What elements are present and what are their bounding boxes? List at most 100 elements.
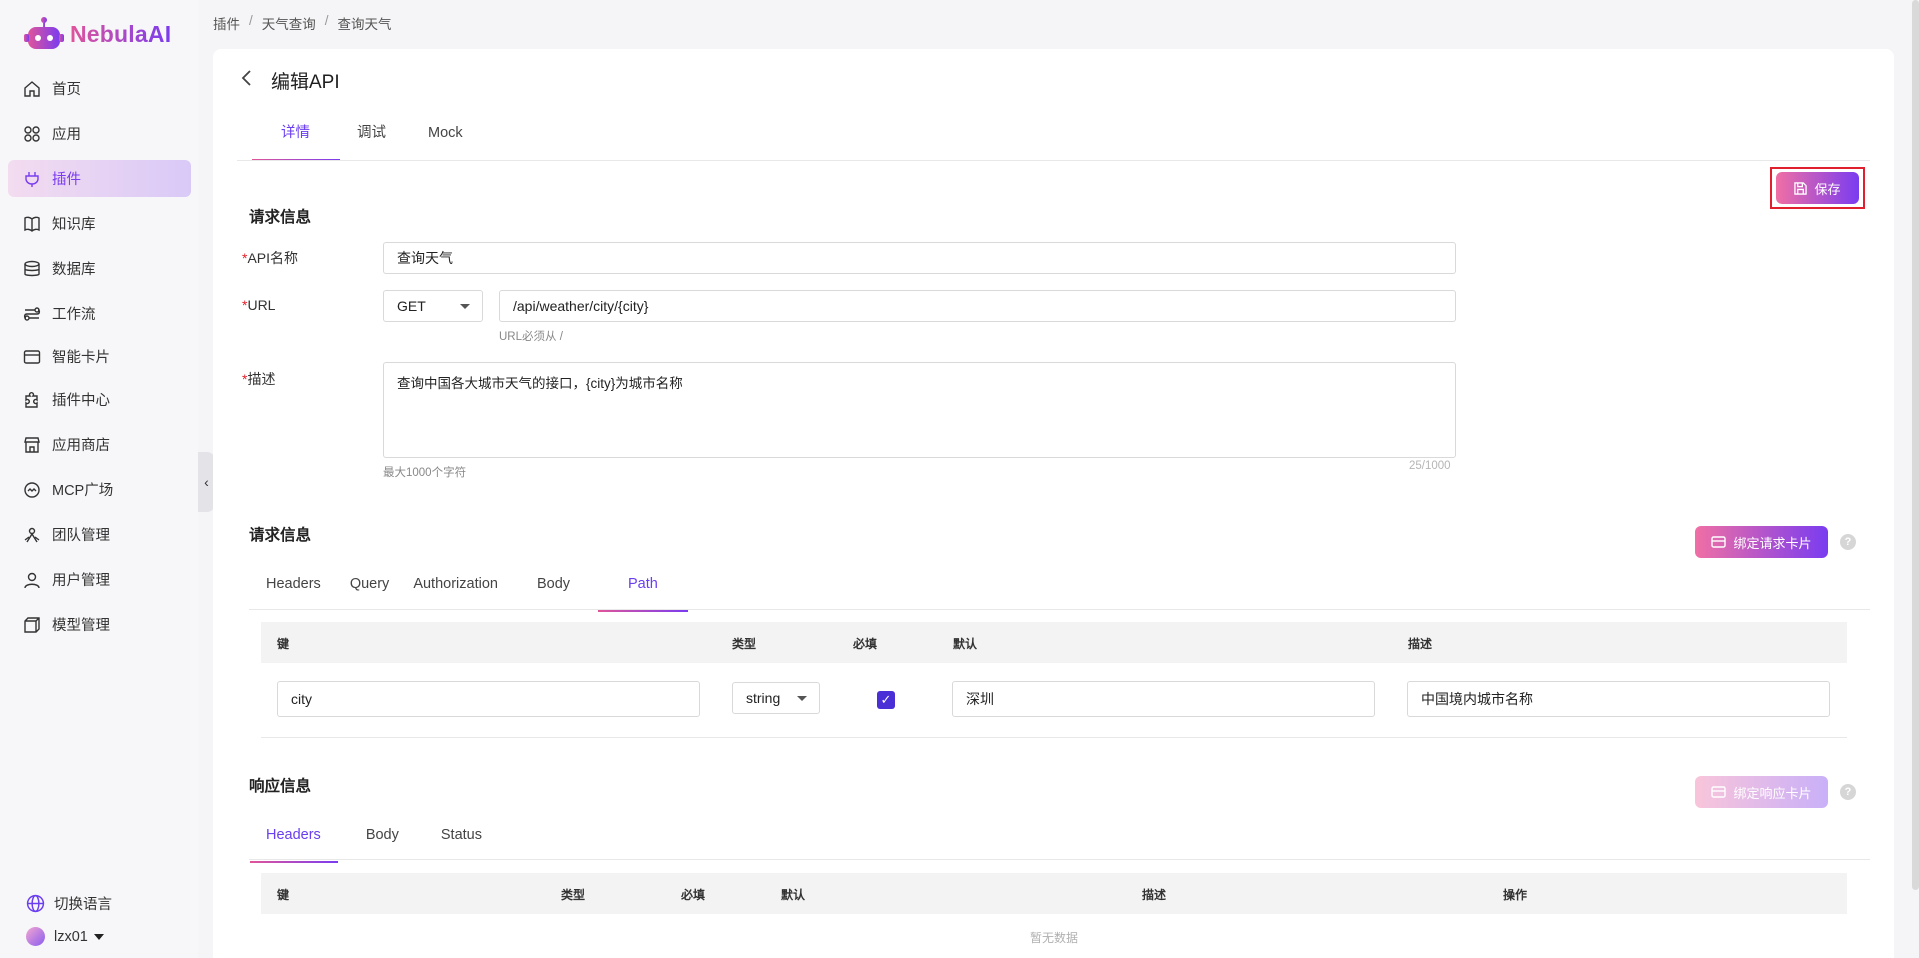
sidebar-item-label: 团队管理 (52, 528, 110, 544)
breadcrumb-item[interactable]: 插件 (213, 13, 240, 33)
save-icon (1794, 181, 1808, 195)
sidebar-item-plugin-center[interactable]: 插件中心 (8, 381, 191, 418)
sidebar-item-plugins[interactable]: 插件 (8, 160, 191, 197)
page-header: 编辑API (240, 67, 340, 94)
bind-response-card-button[interactable]: 绑定响应卡片 (1695, 776, 1828, 808)
back-arrow-icon[interactable] (240, 69, 254, 93)
param-default-input[interactable]: 深圳 (952, 681, 1375, 717)
help-icon[interactable]: ? (1840, 534, 1856, 550)
help-icon[interactable]: ? (1840, 784, 1856, 800)
save-label: 保存 (1814, 181, 1841, 197)
user-menu[interactable]: lzx01 (26, 927, 104, 946)
store-icon (24, 436, 40, 453)
param-required-checkbox[interactable]: ✓ (877, 691, 895, 709)
sidebar-item-workflow[interactable]: 工作流 (8, 295, 191, 332)
api-name-label: *API名称 (242, 248, 298, 268)
home-icon (24, 80, 40, 97)
sidebar-item-home[interactable]: 首页 (8, 70, 191, 107)
breadcrumb-item: 查询天气 (337, 17, 392, 32)
language-switch[interactable]: 切换语言 (26, 893, 112, 914)
bind-response-card-label: 绑定响应卡片 (1733, 785, 1812, 801)
model-icon (24, 616, 40, 633)
tab-request-headers[interactable]: Headers (250, 569, 336, 612)
response-table-header: 键 类型 必填 默认 描述 操作 (261, 873, 1847, 914)
page-tabs: 详情 调试 Mock (252, 118, 475, 161)
avatar (26, 927, 45, 946)
url-input[interactable]: /api/weather/city/{city} (499, 290, 1456, 322)
tab-request-authorization[interactable]: Authorization (404, 569, 527, 612)
sidebar-item-smart-card[interactable]: 智能卡片 (8, 338, 191, 375)
param-type-select[interactable]: string (732, 682, 820, 714)
team-icon (24, 527, 40, 542)
tab-response-body[interactable]: Body (338, 820, 427, 863)
column-header: 默认 (953, 637, 978, 651)
description-textarea[interactable]: 查询中国各大城市天气的接口，{city}为城市名称 (383, 362, 1456, 458)
sidebar-item-app-store[interactable]: 应用商店 (8, 426, 191, 463)
section-title-request-params: 请求信息 (249, 527, 312, 544)
empty-state: 暂无数据 (1030, 931, 1079, 945)
column-header: 操作 (1503, 888, 1528, 902)
sidebar-item-users[interactable]: 用户管理 (8, 561, 191, 598)
tab-details[interactable]: 详情 (252, 118, 340, 161)
sidebar-item-apps[interactable]: 应用 (8, 115, 191, 152)
chevron-left-icon: ‹ (204, 474, 209, 490)
sidebar-nav: 首页 应用 插件 知识库 数据库 工作流 智能卡片 插件中心 应用商店 MCP广… (8, 70, 191, 651)
card-icon (1711, 536, 1727, 548)
tab-response-status[interactable]: Status (427, 820, 498, 863)
brand-name: NebulaAI (70, 20, 172, 47)
column-header: 描述 (1408, 637, 1433, 651)
page-scrollbar[interactable] (1912, 0, 1919, 890)
sidebar-item-label: 用户管理 (52, 573, 110, 589)
section-title-request-info: 请求信息 (249, 209, 312, 226)
puzzle-icon (25, 391, 38, 408)
section-title-response: 响应信息 (249, 778, 312, 795)
column-header: 类型 (732, 637, 757, 651)
sidebar-item-label: 应用商店 (52, 438, 110, 454)
param-description-input[interactable]: 中国境内城市名称 (1407, 681, 1830, 717)
workflow-icon (23, 306, 41, 321)
tab-request-path[interactable]: Path (598, 569, 688, 612)
sidebar-item-database[interactable]: 数据库 (8, 250, 191, 287)
api-name-input[interactable]: 查询天气 (383, 242, 1456, 274)
breadcrumb-item[interactable]: 天气查询 (262, 13, 316, 33)
sidebar-item-label: 插件 (52, 172, 81, 188)
mcp-icon (24, 481, 40, 498)
save-button[interactable]: 保存 (1776, 172, 1859, 204)
sidebar-item-team[interactable]: 团队管理 (8, 516, 191, 553)
tab-mock[interactable]: Mock (416, 118, 475, 161)
param-key-input[interactable]: city (277, 681, 700, 717)
tabs-divider (237, 160, 1870, 161)
caret-down-icon (93, 933, 104, 940)
globe-icon (26, 894, 45, 913)
tab-request-body[interactable]: Body (527, 569, 598, 612)
request-tabs-divider (249, 609, 1870, 610)
column-header: 必填 (681, 888, 706, 902)
sidebar-item-label: 工作流 (52, 307, 96, 323)
plug-icon (25, 171, 39, 187)
sidebar-item-label: 首页 (52, 82, 81, 98)
sidebar: NebulaAI 首页 应用 插件 知识库 数据库 工作流 智能卡片 插件中心 … (0, 0, 198, 958)
response-tabs-divider (249, 859, 1870, 860)
brand-logo[interactable]: NebulaAI (24, 16, 171, 52)
description-hint: 最大1000个字符 (383, 467, 467, 479)
sidebar-item-models[interactable]: 模型管理 (8, 606, 191, 643)
tab-response-headers[interactable]: Headers (250, 820, 338, 863)
sidebar-item-knowledge[interactable]: 知识库 (8, 205, 191, 242)
apps-icon (24, 125, 40, 142)
http-method-select[interactable]: GET (383, 290, 483, 322)
breadcrumb-separator: / (324, 13, 329, 28)
sidebar-item-label: 模型管理 (52, 618, 110, 634)
robot-logo-icon (24, 17, 64, 49)
row-divider (261, 737, 1847, 738)
username: lzx01 (54, 928, 88, 945)
bind-request-card-button[interactable]: 绑定请求卡片 (1695, 526, 1828, 558)
column-header: 键 (277, 888, 290, 902)
breadcrumb: 插件 / 天气查询 / 查询天气 (213, 13, 392, 33)
tab-debug[interactable]: 调试 (340, 118, 416, 161)
sidebar-item-mcp[interactable]: MCP广场 (8, 471, 191, 508)
sidebar-item-label: 知识库 (52, 217, 96, 233)
url-label-text: URL (247, 297, 276, 313)
tab-request-query[interactable]: Query (336, 569, 405, 612)
breadcrumb-separator: / (249, 13, 253, 28)
language-label: 切换语言 (54, 897, 112, 913)
